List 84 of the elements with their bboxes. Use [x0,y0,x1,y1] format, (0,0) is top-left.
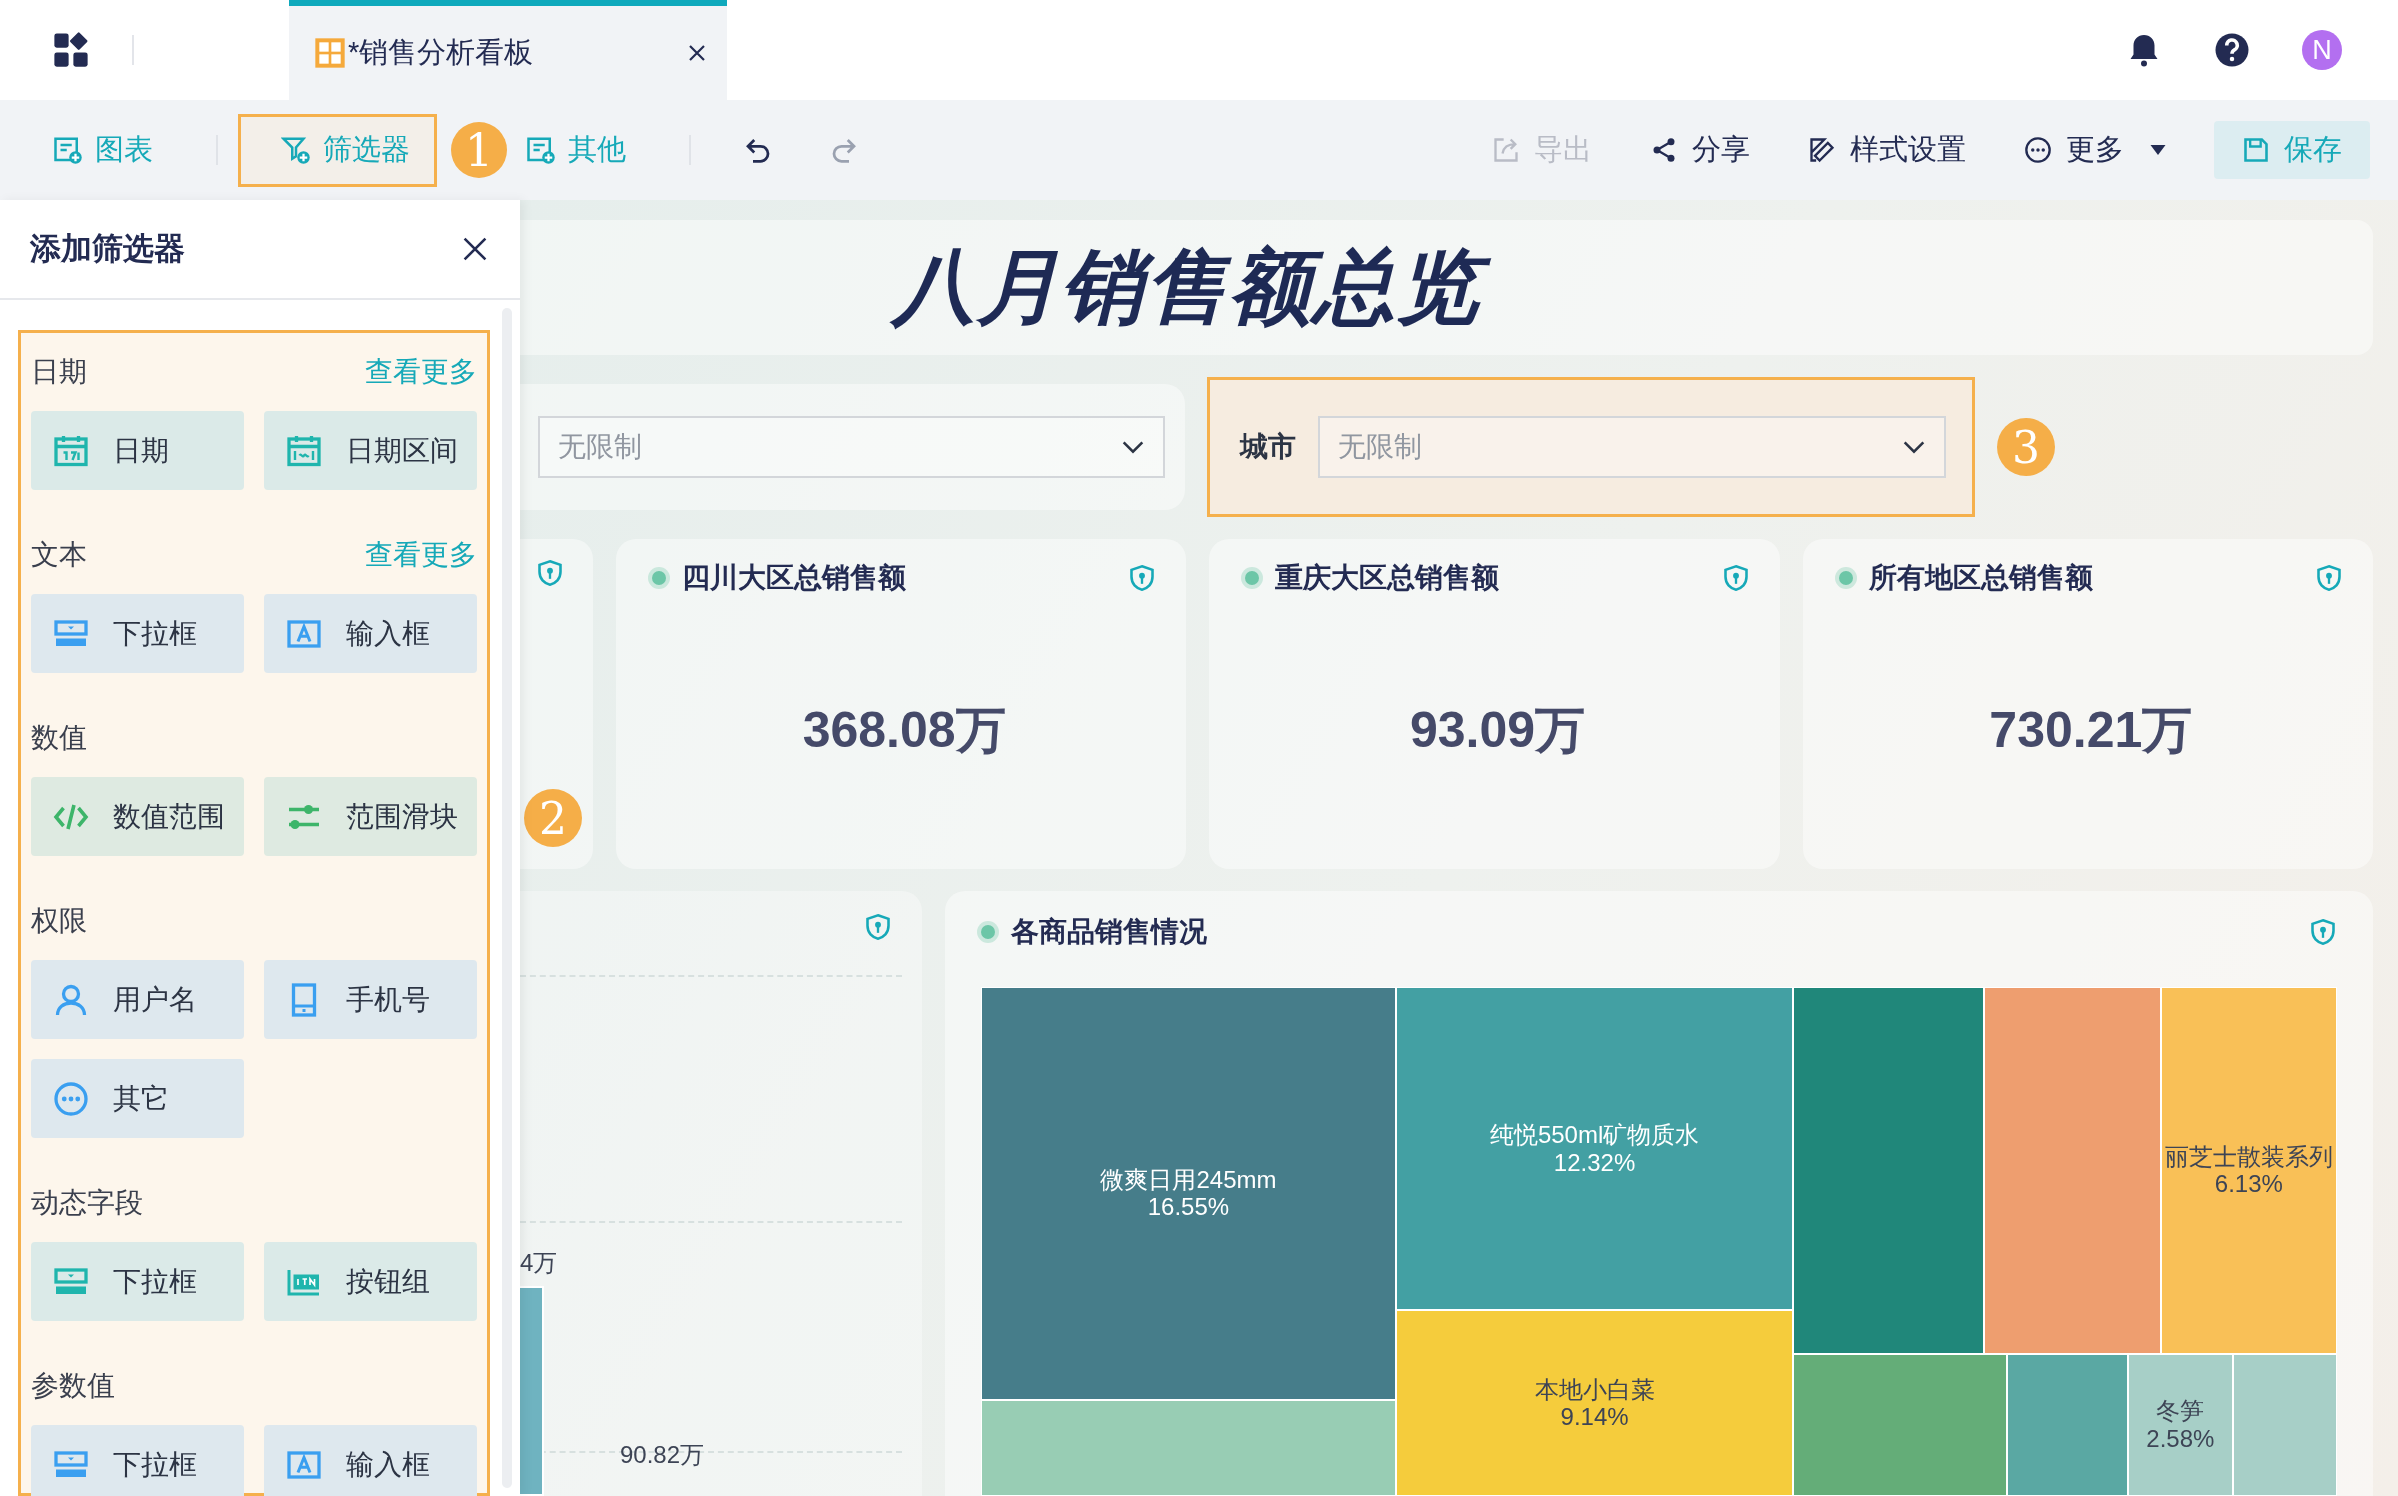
callout-badge: 1 [451,122,507,178]
tile-share: 2.58% [2146,1425,2215,1453]
bar-value-label: 90.82万 [620,1440,705,1470]
chevron-down-icon [1121,440,1145,454]
shield-icon[interactable] [1128,564,1157,592]
filter-type-item[interactable]: 按钮组 [264,1242,477,1321]
filter-type-item[interactable]: 输入框 [264,594,477,673]
tile-share: 16.55% [1147,1193,1230,1221]
kpi-title: 所有地区总销售额 [1868,561,2093,595]
tile-label: 丽芝士散装系列 [2164,1142,2333,1171]
chart-title: 各商品销售情况 [1011,915,1207,949]
tile-label: 本地小白菜 [1534,1375,1655,1404]
dashboard-title: 八月销售额总览 [885,234,1505,341]
close-icon[interactable] [462,236,488,262]
shield-icon[interactable] [2309,918,2337,946]
filter-type-item[interactable]: 输入框 [264,1425,477,1496]
treemap-tile[interactable] [1984,987,2161,1354]
status-dot [981,925,995,939]
status-dot [1838,571,1853,585]
section-title: 数值 [31,721,87,755]
add-panel-icon [526,135,556,165]
treemap-tile[interactable]: 本地小白菜 9.14% [1395,1310,1794,1496]
shield-icon[interactable] [1721,564,1750,592]
filter-type-item[interactable]: 范围滑块 [264,777,477,856]
filter-type-item[interactable]: 下拉框 [31,1242,244,1321]
shield-icon[interactable] [536,559,564,587]
bar-value-label: 4万 [520,1248,558,1278]
style-settings-icon [1808,136,1836,164]
filter-type-item[interactable]: 下拉框 [31,594,244,673]
treemap-tile[interactable] [1793,1354,2008,1496]
callout-badge: 3 [1997,418,2055,476]
apps-icon[interactable] [52,31,90,69]
tile-label: 纯悦550ml矿物质水 [1489,1121,1700,1149]
section-title: 文本 [31,538,87,572]
filter-type-item[interactable]: 数值范围 [31,777,244,856]
export-icon [1492,136,1520,164]
more-button[interactable]: 更多 [2024,130,2166,170]
section-title: 日期 [31,355,87,389]
more-icon [2024,136,2052,164]
caret-icon [2150,145,2166,155]
status-dot [652,571,666,585]
filter-type-item[interactable]: 用户名 [31,960,244,1039]
treemap-tile[interactable] [981,1399,1396,1496]
treemap-tile[interactable]: 冬笋 2.58% [2128,1354,2233,1496]
filter-label: 城市 [1240,430,1296,464]
shield-icon[interactable] [864,913,892,941]
dashboard-icon [314,37,346,69]
share-button[interactable]: 分享 [1650,130,1750,170]
status-dot [1245,571,1260,585]
treemap-tile[interactable] [1793,987,1985,1354]
tile-share: 12.32% [1553,1148,1636,1177]
filter-type-item[interactable]: 下拉框 [31,1425,244,1496]
close-icon[interactable] [687,43,707,63]
tile-share: 9.14% [1560,1403,1629,1431]
filter-type-item[interactable]: 手机号 [264,960,477,1039]
tile-share: 6.13% [2214,1170,2283,1199]
tile-label: 微爽日用245mm [1100,1165,1277,1194]
add-panel-icon [53,135,83,165]
section-title: 参数值 [31,1369,115,1403]
kpi-value: 368.08万 [802,701,1006,760]
section-title: 权限 [31,904,87,938]
help-icon[interactable] [2214,32,2250,68]
treemap-tile[interactable] [2232,1354,2337,1496]
tile-label: 冬笋 [2156,1397,2205,1425]
document-tab[interactable]: *销售分析看板 [289,0,727,100]
filter-icon [281,135,311,165]
kpi-title: 四川大区总销售额 [682,561,906,595]
kpi-title: 重庆大区总销售额 [1275,561,1500,595]
panel-title: 添加筛选器 [30,230,185,268]
kpi-value: 730.21万 [1989,701,2193,760]
tab-title: *销售分析看板 [348,35,534,70]
callout-badge: 2 [524,789,582,847]
treemap-tile[interactable]: 微爽日用245mm 16.55% [981,987,1396,1400]
treemap-tile[interactable] [2007,1354,2129,1496]
filter-type-item[interactable]: 其它 [31,1059,244,1138]
kpi-value: 93.09万 [1409,701,1586,760]
treemap-tile[interactable]: 丽芝士散装系列 6.13% [2160,987,2337,1354]
shield-icon[interactable] [2315,564,2343,592]
save-icon [2242,136,2270,164]
chevron-down-icon [1902,440,1926,454]
filter-type-item[interactable]: 日期 [31,411,244,490]
filter-type-item[interactable]: 日期区间 [264,411,477,490]
style-button[interactable]: 样式设置 [1808,130,1966,170]
section-title: 动态字段 [31,1186,143,1220]
